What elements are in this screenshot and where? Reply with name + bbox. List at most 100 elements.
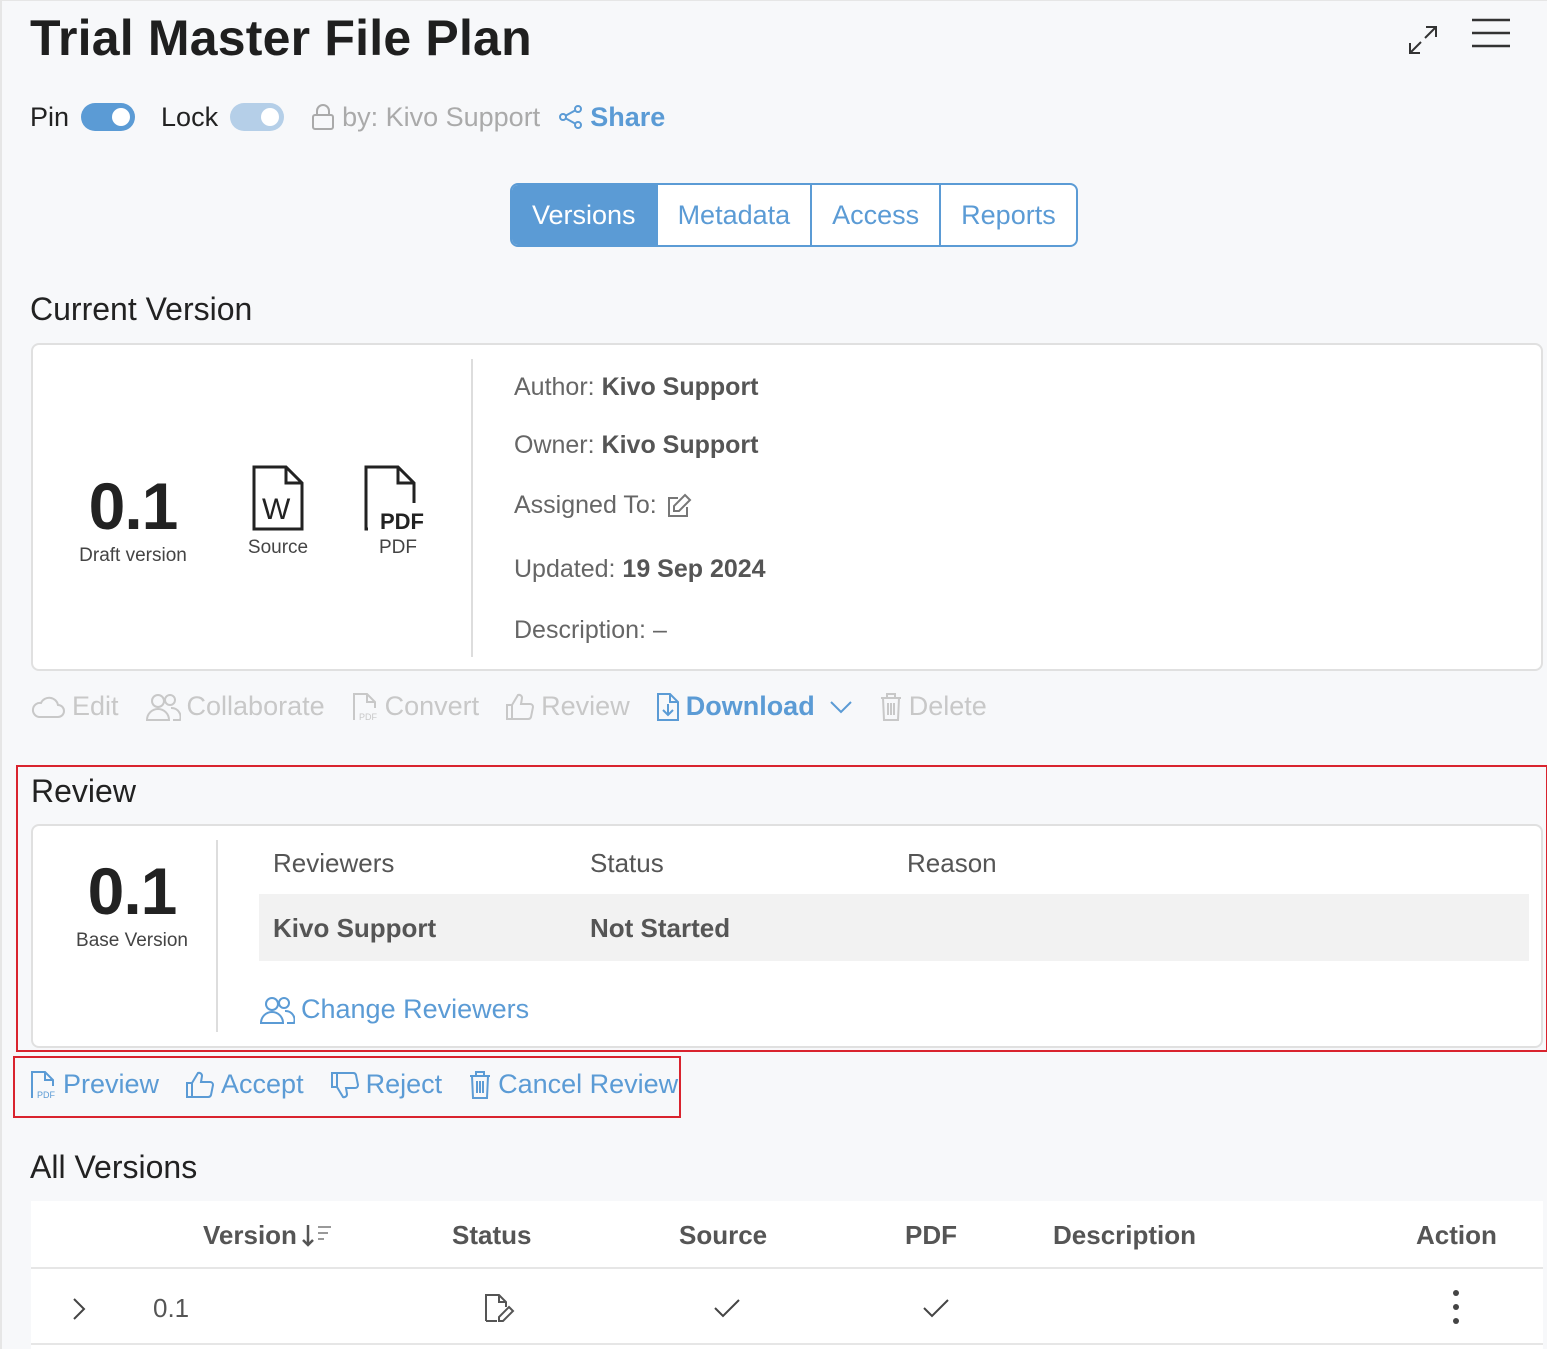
updated-label: Updated: <box>514 555 616 583</box>
owner-label: Owner: <box>514 431 595 459</box>
description-line: Description: – <box>514 616 667 644</box>
current-version-status: Draft version <box>79 545 187 566</box>
menu-icon[interactable] <box>1472 17 1510 49</box>
edit-label: Edit <box>72 691 119 721</box>
lock-toggle[interactable] <box>230 103 285 131</box>
col-version[interactable]: Version <box>203 1220 333 1251</box>
current-version-card: 0.1 Draft version W Source PDF PDF Autho… <box>31 343 1543 671</box>
draft-edit-icon <box>483 1293 515 1323</box>
svg-text:PDF: PDF <box>37 1090 56 1100</box>
pdf-preview-icon: PDF <box>29 1070 57 1100</box>
table-row: Kivo Support Not Started <box>259 894 1529 961</box>
chevron-down-icon[interactable] <box>829 699 853 715</box>
source-label: Source <box>247 537 309 558</box>
thumbs-up-icon <box>185 1071 215 1099</box>
col-pdf: PDF <box>905 1220 957 1250</box>
word-file-icon: W <box>250 463 318 533</box>
share-icon <box>558 104 584 130</box>
tab-bar: Versions Metadata Access Reports <box>510 183 1078 247</box>
thumbs-up-icon <box>505 693 535 721</box>
expand-icon[interactable] <box>1406 23 1440 57</box>
tab-versions[interactable]: Versions <box>512 185 658 245</box>
share-link[interactable]: Share <box>558 102 665 133</box>
download-label: Download <box>685 691 815 721</box>
col-reviewers: Reviewers <box>273 848 395 878</box>
author-label: Author: <box>514 373 595 401</box>
col-action: Action <box>1416 1220 1497 1250</box>
sort-icon[interactable] <box>301 1223 333 1249</box>
users-icon <box>145 692 181 722</box>
change-reviewers-button[interactable]: Change Reviewers <box>259 994 529 1025</box>
share-label: Share <box>590 101 666 132</box>
source-check-icon <box>713 1297 741 1319</box>
author-value: Kivo Support <box>601 373 759 401</box>
accept-label: Accept <box>221 1069 304 1099</box>
trash-icon <box>879 692 903 722</box>
table-row: 0.1 <box>31 1271 1543 1345</box>
source-file[interactable]: W Source <box>238 463 318 559</box>
assigned-line: Assigned To: <box>514 491 693 520</box>
pin-label: Pin <box>30 101 70 132</box>
pdf-label: PDF <box>379 537 417 558</box>
delete-button[interactable]: Delete <box>879 691 987 722</box>
svg-text:PDF: PDF <box>359 712 378 722</box>
review-actions: PDF Preview Accept Reject Cancel Review <box>29 1069 704 1100</box>
accept-button[interactable]: Accept <box>185 1069 304 1100</box>
edit-button[interactable]: Edit <box>30 691 119 722</box>
reviewer-name: Kivo Support <box>273 913 437 943</box>
convert-label: Convert <box>384 691 480 721</box>
versions-table: Version Status Source PDF Description Ac… <box>31 1201 1543 1349</box>
header-toggles: Pin Lock by: Kivo Support Share <box>30 97 665 137</box>
tab-reports[interactable]: Reports <box>941 185 1076 245</box>
review-button[interactable]: Review <box>505 691 630 722</box>
cancel-review-label: Cancel Review <box>498 1069 679 1099</box>
reject-button[interactable]: Reject <box>330 1069 442 1100</box>
download-button[interactable]: Download <box>656 691 853 722</box>
pdf-icon-text: PDF <box>380 509 424 533</box>
review-divider <box>216 840 218 1032</box>
review-version-block: 0.1 Base Version <box>53 858 211 952</box>
thumbs-down-icon <box>330 1071 360 1099</box>
pdf-file-icon: PDF <box>362 463 438 533</box>
tab-access[interactable]: Access <box>812 185 942 245</box>
cloud-icon <box>30 693 66 721</box>
cancel-review-button[interactable]: Cancel Review <box>468 1069 678 1100</box>
current-version-heading: Current Version <box>30 291 253 327</box>
trash-icon <box>468 1070 492 1100</box>
collaborate-button[interactable]: Collaborate <box>145 691 325 722</box>
review-label: Review <box>541 691 630 721</box>
download-file-icon <box>656 692 680 722</box>
pdf-file[interactable]: PDF PDF <box>358 463 438 559</box>
convert-button[interactable]: PDF Convert <box>351 691 480 722</box>
review-version-number: 0.1 <box>87 854 178 928</box>
col-description: Description <box>1053 1220 1197 1250</box>
author-line: Author: Kivo Support <box>514 373 759 402</box>
assigned-label: Assigned To: <box>514 491 657 519</box>
current-version-number-block: 0.1 Draft version <box>63 473 203 567</box>
col-status: Status <box>590 848 664 878</box>
pin-toggle[interactable] <box>81 103 136 131</box>
row-version: 0.1 <box>153 1293 190 1323</box>
col-version-label: Version <box>203 1220 297 1250</box>
tab-metadata[interactable]: Metadata <box>658 185 813 245</box>
users-icon <box>259 995 295 1025</box>
chevron-right-icon[interactable] <box>71 1297 87 1321</box>
change-reviewers-label: Change Reviewers <box>301 994 530 1024</box>
review-card: 0.1 Base Version Reviewers Status Reason… <box>31 824 1543 1048</box>
col-reason: Reason <box>907 848 997 878</box>
updated-value: 19 Sep 2024 <box>622 555 766 583</box>
locked-by: by: Kivo Support <box>310 102 540 133</box>
more-vertical-icon[interactable] <box>1451 1289 1461 1325</box>
collaborate-label: Collaborate <box>186 691 325 721</box>
preview-label: Preview <box>63 1069 160 1099</box>
all-versions-heading: All Versions <box>30 1149 198 1185</box>
preview-button[interactable]: PDF Preview <box>29 1069 159 1100</box>
review-heading: Review <box>31 773 136 809</box>
version-actions: Edit Collaborate PDF Convert Review Down… <box>30 691 1013 722</box>
updated-line: Updated: 19 Sep 2024 <box>514 555 766 584</box>
card-divider <box>471 359 473 657</box>
pdf-check-icon <box>922 1297 950 1319</box>
pdf-convert-icon: PDF <box>351 692 379 722</box>
locked-by-text: by: Kivo Support <box>342 101 541 132</box>
edit-assignee-icon[interactable] <box>665 492 693 520</box>
